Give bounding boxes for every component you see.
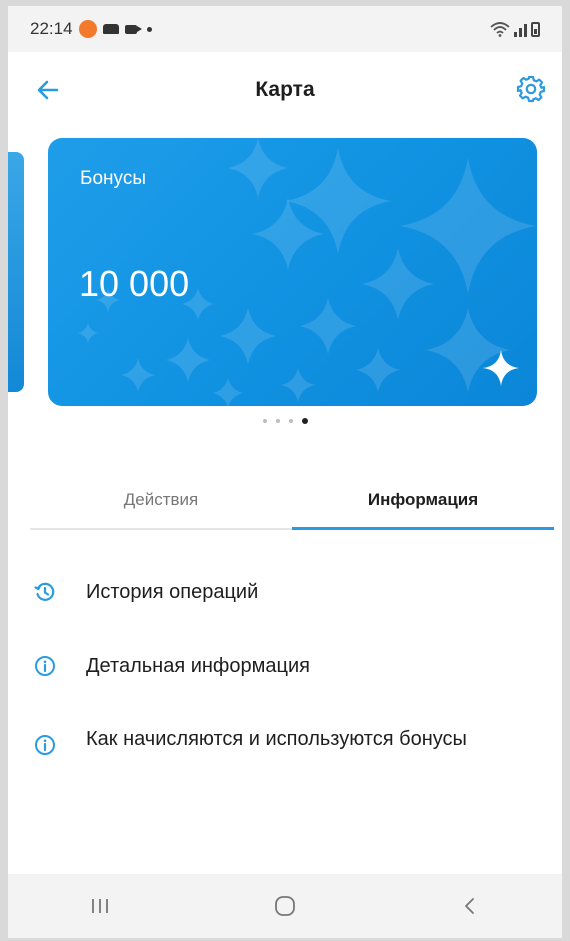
recent-apps-button[interactable] xyxy=(70,886,130,926)
page-title: Карта xyxy=(255,78,315,101)
pager-dot[interactable] xyxy=(288,419,293,423)
video-icon xyxy=(124,24,142,34)
menu-item-bonus-rules[interactable]: Как начисляются и используются бонусы xyxy=(34,726,534,756)
battery-icon xyxy=(531,22,540,37)
menu-item-label: Как начисляются и используются бонусы xyxy=(86,728,467,750)
status-time: 22:14 xyxy=(30,19,73,38)
menu-item-label: История операций xyxy=(86,581,259,603)
home-button[interactable] xyxy=(255,886,315,926)
recent-apps-icon xyxy=(92,899,109,913)
card-label: Бонусы xyxy=(80,168,146,189)
status-bar: 22:14 xyxy=(8,6,562,52)
card-balance: 10 000 xyxy=(79,263,190,304)
cloud-icon xyxy=(102,24,119,34)
phone-screen: 22:14 Карта Бонусы 10 000 Действия Инфор… xyxy=(8,6,562,938)
tab-actions[interactable]: Действия xyxy=(30,478,292,528)
menu-item-history[interactable]: История операций xyxy=(34,579,534,606)
history-icon xyxy=(34,582,55,601)
tab-bar: Действия Информация xyxy=(30,478,554,530)
notification-app-icon xyxy=(78,20,97,38)
back-nav-button[interactable] xyxy=(440,886,500,926)
pager-dot[interactable] xyxy=(262,419,267,423)
more-notifications-icon xyxy=(146,26,152,32)
back-button[interactable] xyxy=(34,76,62,104)
home-icon xyxy=(275,896,295,916)
pager-dot-active[interactable] xyxy=(301,418,308,424)
wifi-icon xyxy=(490,22,510,37)
settings-button[interactable] xyxy=(516,74,546,104)
bonus-card[interactable]: Бонусы 10 000 xyxy=(48,138,537,406)
info-icon xyxy=(35,656,55,676)
menu-item-label: Детальная информация xyxy=(86,655,310,677)
info-icon xyxy=(35,735,55,755)
tab-information[interactable]: Информация xyxy=(292,478,554,530)
chevron-left-icon xyxy=(464,898,474,914)
arrow-left-icon xyxy=(37,80,59,100)
menu-item-details[interactable]: Детальная информация xyxy=(34,653,534,680)
card-pager xyxy=(8,418,562,424)
gear-icon xyxy=(516,75,546,103)
system-nav-bar xyxy=(8,874,562,938)
pager-dot[interactable] xyxy=(275,419,280,423)
signal-icon xyxy=(514,21,527,37)
app-bar: Карта xyxy=(8,52,562,128)
sparkle-icon xyxy=(483,350,519,386)
previous-card-peek[interactable] xyxy=(8,152,24,392)
